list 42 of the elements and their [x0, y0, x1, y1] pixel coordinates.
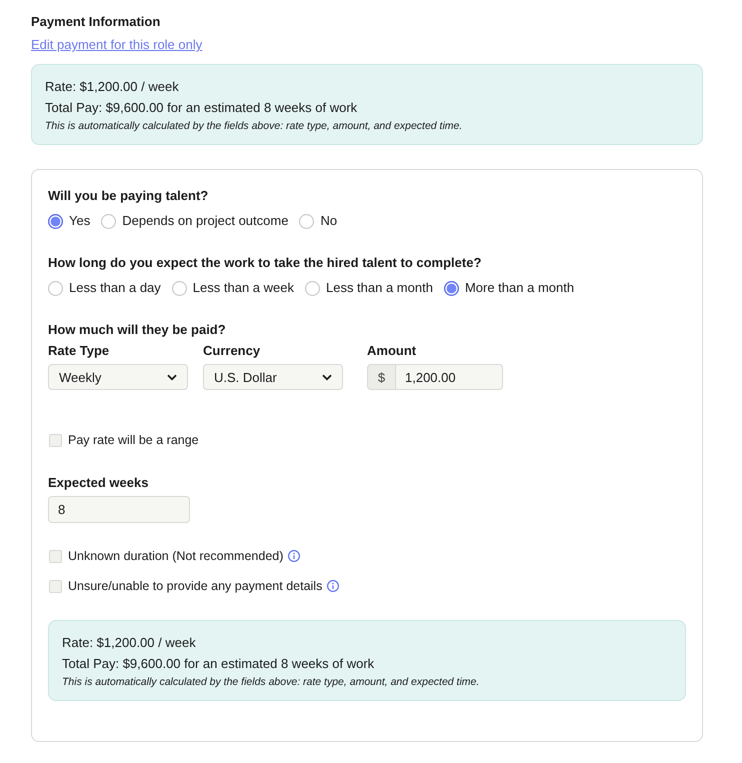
- radio-button[interactable]: [48, 280, 63, 296]
- info-icon[interactable]: [327, 580, 340, 592]
- radio-button[interactable]: [172, 280, 187, 296]
- chevron-down-icon: [322, 374, 332, 380]
- field-label: Expected weeks: [48, 475, 148, 491]
- question-text: How much will they be paid?: [48, 322, 226, 338]
- question-text: How long do you expect the work to take the hired talent to complete?: [48, 255, 482, 271]
- checkbox[interactable]: [49, 550, 62, 562]
- field-label: Amount: [367, 343, 416, 359]
- checkbox-label: Pay rate will be a range: [68, 432, 199, 448]
- checkbox[interactable]: [49, 434, 62, 446]
- note-text: This is automatically calculated by the fields above: rate type, amount, and expected time.: [45, 119, 462, 134]
- note-text: This is automatically calculated by the fields above: rate type, amount, and expected time.: [62, 675, 480, 690]
- radio-label: Depends on project outcome: [122, 213, 288, 229]
- radio-button[interactable]: [299, 214, 314, 228]
- info-icon[interactable]: [288, 550, 300, 562]
- amount-input[interactable]: 1,200.00: [396, 364, 503, 390]
- dropdown-select[interactable]: U.S. Dollar: [203, 364, 343, 390]
- radio-label: Yes: [69, 213, 90, 229]
- section-title: Payment Information: [31, 14, 160, 30]
- field-label: Rate Type: [48, 343, 110, 359]
- radio-button[interactable]: [304, 280, 320, 296]
- radio-label: Less than a month: [326, 280, 433, 296]
- radio-label: Less than a day: [69, 280, 161, 296]
- radio-label: More than a month: [464, 280, 574, 296]
- field-label: Currency: [203, 343, 260, 359]
- checkbox-label: Unsure/unable to provide any payment details: [68, 578, 322, 594]
- radio-button[interactable]: [101, 214, 116, 228]
- rate-text: Rate: $1,200.00 / week: [62, 634, 196, 652]
- dropdown-select[interactable]: Weekly: [48, 364, 188, 390]
- currency-prefix: $: [367, 364, 396, 390]
- total-pay-text: Total Pay: $9,600.00 for an estimated 8 weeks of work: [62, 655, 374, 673]
- chevron-down-icon: [167, 374, 177, 380]
- edit-payment-link[interactable]: Edit payment for this role only: [31, 37, 202, 53]
- total-pay-text: Total Pay: $9,600.00 for an estimated 8 weeks of work: [45, 99, 358, 117]
- radio-label: No: [320, 213, 338, 229]
- expected-weeks-input[interactable]: 8: [48, 496, 190, 523]
- checkbox[interactable]: [49, 580, 62, 592]
- radio-label: Less than a week: [192, 280, 294, 296]
- question-text: Will you be paying talent?: [48, 188, 208, 204]
- checkbox-label: Unknown duration (Not recommended): [68, 548, 284, 564]
- rate-text: Rate: $1,200.00 / week: [45, 78, 179, 96]
